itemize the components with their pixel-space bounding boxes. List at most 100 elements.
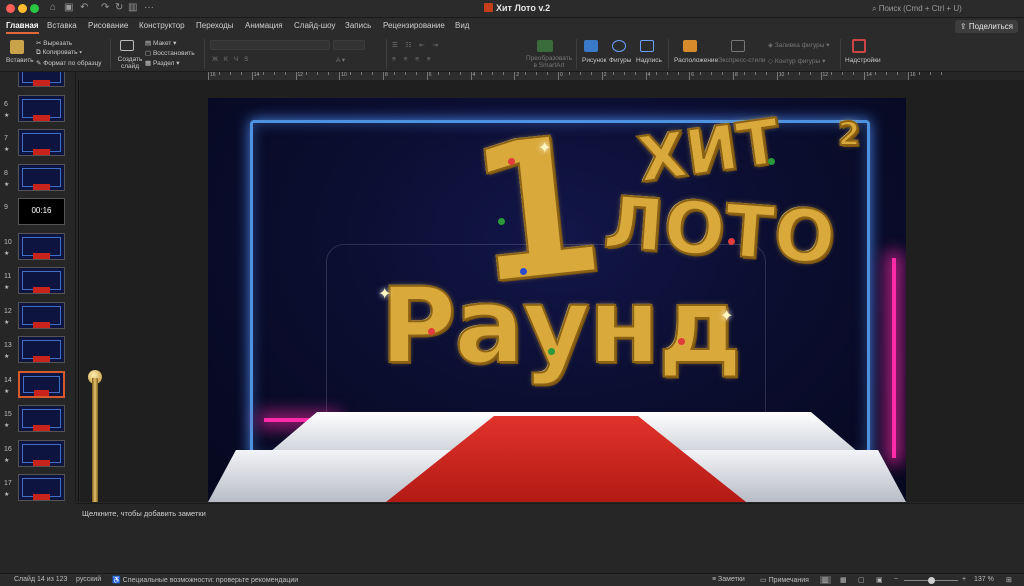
share-button[interactable]: ⇪ Поделиться <box>954 20 1018 33</box>
tab-record[interactable]: Запись <box>345 21 371 30</box>
zoom-level[interactable]: 137 % <box>974 576 994 583</box>
zoom-window-button[interactable] <box>30 4 39 13</box>
quick-styles-button[interactable]: Экспресс-стили <box>718 57 766 64</box>
font-style-buttons[interactable]: ЖКЧS <box>212 56 254 63</box>
ruler-label: 14 <box>253 72 260 78</box>
slide-round-word[interactable]: Раунд <box>379 273 743 379</box>
tab-insert[interactable]: Вставка <box>47 21 77 30</box>
panel-splitter[interactable] <box>78 80 79 502</box>
slide-thumbnail[interactable] <box>18 232 65 260</box>
ruler-tick <box>350 72 352 75</box>
slide-thumbnail[interactable] <box>18 163 65 191</box>
slide-thumbnail[interactable] <box>18 267 65 294</box>
slide-thumbnail[interactable]: 00:16 <box>18 198 65 225</box>
undo-icon[interactable]: ↶ <box>80 2 88 13</box>
thumbnail-carpet <box>33 287 50 293</box>
home-icon[interactable]: ⌂ <box>50 2 56 13</box>
align-buttons[interactable]: ≡ ≡ ≡ ≡ <box>392 56 434 63</box>
tab-view[interactable]: Вид <box>455 21 469 30</box>
minimize-window-button[interactable] <box>18 4 27 13</box>
language-indicator[interactable]: русский <box>76 576 101 583</box>
slide-thumbnails-panel[interactable]: 56★7★8★900:1610★11★12★13★14★15★16★17★18★… <box>0 72 76 502</box>
ruler-tick <box>908 72 909 80</box>
close-window-button[interactable] <box>6 4 15 13</box>
ruler-tick <box>853 72 855 75</box>
font-size-dropdown[interactable] <box>333 40 365 50</box>
slide-thumbnail[interactable] <box>18 405 65 432</box>
addins-icon <box>852 39 866 53</box>
present-icon[interactable]: ▥ <box>128 2 137 13</box>
slide-logo-loto[interactable]: ЛОТО <box>600 179 839 281</box>
comments-toggle-button[interactable]: ▭ Примечания <box>760 576 809 584</box>
save-icon[interactable]: ▣ <box>64 2 73 13</box>
zoom-slider-handle[interactable] <box>928 577 935 584</box>
tab-review[interactable]: Рецензирование <box>383 21 445 30</box>
slide-thumbnail[interactable] <box>18 336 65 363</box>
current-slide[interactable]: 1 ХИТ 2 ЛОТО Раунд ✦ ✦ ✦ <box>208 98 906 502</box>
list-buttons[interactable]: ☰ ☷ ⇤ ⇥ <box>392 41 441 49</box>
slide-thumbnail[interactable] <box>18 72 65 87</box>
ruler-tick <box>886 72 888 75</box>
slide-sorter-button[interactable]: ▦ <box>840 576 847 584</box>
tab-design[interactable]: Конструктор <box>139 21 185 30</box>
slide-thumbnail[interactable] <box>18 439 65 467</box>
convert-smartart-button[interactable]: Преобразовать в SmartArt <box>526 55 572 69</box>
cut-button[interactable]: ✂ Вырезать <box>36 39 72 47</box>
shape-outline-button[interactable]: ◇ Контур фигуры ▾ <box>768 57 825 65</box>
tab-home[interactable]: Главная <box>6 21 39 34</box>
fit-slide-button[interactable]: ⊞ <box>1006 576 1012 584</box>
tab-draw[interactable]: Рисование <box>88 21 128 30</box>
font-name-dropdown[interactable] <box>210 40 330 50</box>
slideshow-button[interactable]: ▣ <box>876 576 883 584</box>
slide-logo-superscript[interactable]: 2 <box>837 117 861 151</box>
textbox-button[interactable]: Надпись <box>636 57 662 64</box>
slide-logo-hit[interactable]: ХИТ <box>633 103 786 197</box>
thumbnail-carpet <box>33 114 50 121</box>
ruler-tick <box>229 72 231 75</box>
tab-animations[interactable]: Анимация <box>245 21 283 30</box>
reading-view-button[interactable]: ▢ <box>858 576 865 584</box>
normal-view-button[interactable]: ▥ <box>820 576 831 584</box>
font-color-button[interactable]: A ▾ <box>336 56 345 64</box>
ruler-tick <box>361 72 363 75</box>
slide-number: 12 <box>4 307 12 315</box>
slide-number: 11 <box>4 273 12 280</box>
accessibility-status[interactable]: ♿ Специальные возможности: проверьте рек… <box>112 576 298 584</box>
ruler-tick <box>459 72 461 75</box>
powerpoint-window: ⌂ ▣ ↶ ↷ ↻ ▥ ··· Хит Лото v.2 ⌕ Поиск (Cm… <box>0 0 1024 586</box>
redo-icon[interactable]: ↷ <box>101 2 109 13</box>
new-slide-button[interactable]: Создать слайд <box>117 56 143 70</box>
slide-thumbnail[interactable] <box>18 301 65 329</box>
paste-button[interactable]: Вставить <box>6 57 34 64</box>
textbox-icon <box>640 40 654 52</box>
ribbon-separator <box>576 39 577 69</box>
notes-toggle-button[interactable]: ≡ Заметки <box>712 576 745 583</box>
layout-button[interactable]: ▤ Макет ▾ <box>145 39 176 47</box>
refresh-icon[interactable]: ↻ <box>115 2 123 13</box>
copy-button[interactable]: ⧉ Копировать ▾ <box>36 49 82 57</box>
arrange-button[interactable]: Расположение <box>674 57 718 64</box>
reset-button[interactable]: ▢ Восстановить <box>145 49 195 57</box>
slide-thumbnail[interactable] <box>18 474 65 501</box>
tab-transitions[interactable]: Переходы <box>196 21 234 30</box>
format-painter-button[interactable]: ✎ Формат по образцу <box>36 59 102 67</box>
section-button[interactable]: ▦ Раздел ▾ <box>145 59 180 67</box>
more-icon[interactable]: ··· <box>144 2 154 13</box>
picture-button[interactable]: Рисунок <box>582 57 607 64</box>
slide-thumbnail[interactable] <box>18 370 65 398</box>
zoom-out-button[interactable]: − <box>894 576 898 583</box>
slide-thumbnail[interactable] <box>18 129 65 156</box>
addins-button[interactable]: Надстройки <box>845 57 881 64</box>
slide-animation-icon: ★ <box>4 354 10 360</box>
sparkle-icon: ✦ <box>538 140 552 157</box>
shape-fill-button[interactable]: ◈ Заливка фигуры ▾ <box>768 41 830 49</box>
slide-animation-icon: ★ <box>4 285 10 291</box>
slide-thumbnail[interactable] <box>18 94 65 122</box>
shapes-icon <box>612 40 626 52</box>
new-slide-icon <box>120 40 134 51</box>
tab-slideshow[interactable]: Слайд-шоу <box>294 21 335 30</box>
search-field[interactable]: ⌕ Поиск (Cmd + Ctrl + U) <box>866 2 1018 16</box>
shapes-button[interactable]: Фигуры <box>609 57 631 64</box>
zoom-in-button[interactable]: + <box>962 576 966 583</box>
notes-pane[interactable]: Щелкните, чтобы добавить заметки <box>76 503 1024 573</box>
